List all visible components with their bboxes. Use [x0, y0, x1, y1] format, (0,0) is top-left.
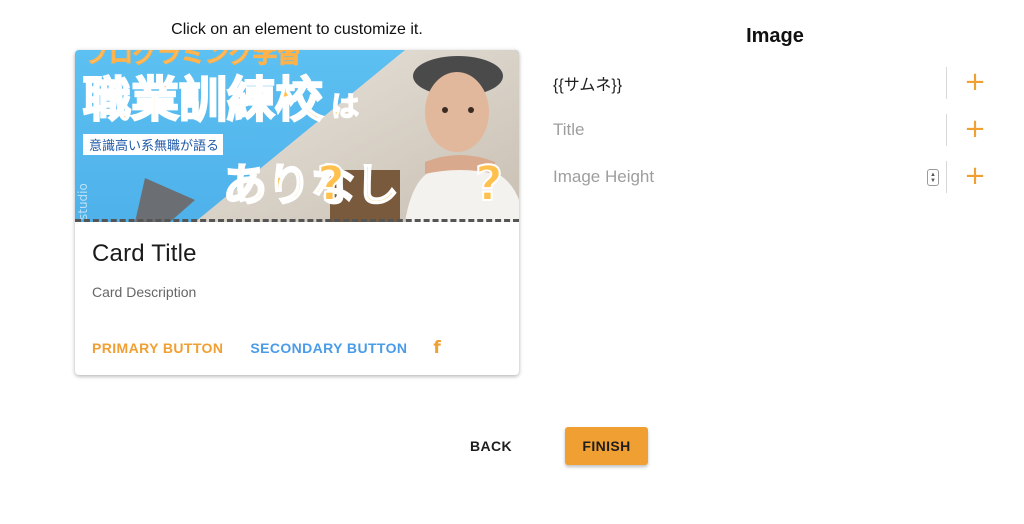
selection-outline: [75, 219, 519, 222]
wizard-actions: BACK FINISH: [460, 427, 649, 465]
instruction-text: Click on an element to customize it.: [171, 21, 423, 38]
card-actions: PRIMARY BUTTON SECONDARY BUTTON f: [92, 338, 441, 358]
image-source-value[interactable]: {{サムネ}}: [553, 71, 993, 95]
card-description[interactable]: Card Description: [92, 284, 196, 300]
thumbnail-headline-suffix: は: [331, 90, 359, 123]
thumbnail-tag: 意識高い系無職が語る: [89, 138, 219, 154]
thumbnail-question: ありなし: [223, 160, 399, 211]
add-image-height-plus-icon[interactable]: +: [963, 163, 987, 189]
image-height-field[interactable]: Image Height ▲ ▼ +: [553, 161, 993, 193]
question-mark-2: ?: [475, 156, 503, 212]
thumbnail-watermark: studio: [76, 183, 90, 220]
thumbnail-top-text: プログラミング学習: [85, 50, 301, 68]
add-title-plus-icon[interactable]: +: [963, 116, 987, 142]
secondary-button[interactable]: SECONDARY BUTTON: [250, 340, 407, 356]
add-image-source-plus-icon[interactable]: +: [963, 69, 987, 95]
thumbnail-headline: 職業訓練校: [83, 72, 323, 128]
card-title[interactable]: Card Title: [92, 240, 197, 268]
finish-button[interactable]: FINISH: [565, 427, 649, 465]
panel-title: Image: [746, 25, 804, 47]
primary-button[interactable]: PRIMARY BUTTON: [92, 340, 223, 356]
question-mark-1: ?: [317, 156, 345, 212]
field-divider: [946, 114, 947, 146]
field-divider: [946, 161, 947, 193]
back-button[interactable]: BACK: [460, 427, 522, 465]
field-divider: [946, 67, 947, 99]
title-field[interactable]: Title +: [553, 114, 993, 146]
title-placeholder[interactable]: Title: [553, 120, 993, 140]
preview-card: プログラミング学習 職業訓練校 は 意識高い系無職が語る ありなし ? ? st…: [75, 50, 519, 375]
image-source-field[interactable]: {{サムネ}} +: [553, 67, 993, 99]
number-stepper-icon[interactable]: ▲ ▼: [927, 169, 939, 186]
card-image[interactable]: プログラミング学習 職業訓練校 は 意識高い系無職が語る ありなし ? ? st…: [75, 50, 519, 222]
facebook-icon[interactable]: f: [433, 338, 440, 358]
thumbnail-image[interactable]: プログラミング学習 職業訓練校 は 意識高い系無職が語る ありなし ? ? st…: [75, 50, 519, 222]
